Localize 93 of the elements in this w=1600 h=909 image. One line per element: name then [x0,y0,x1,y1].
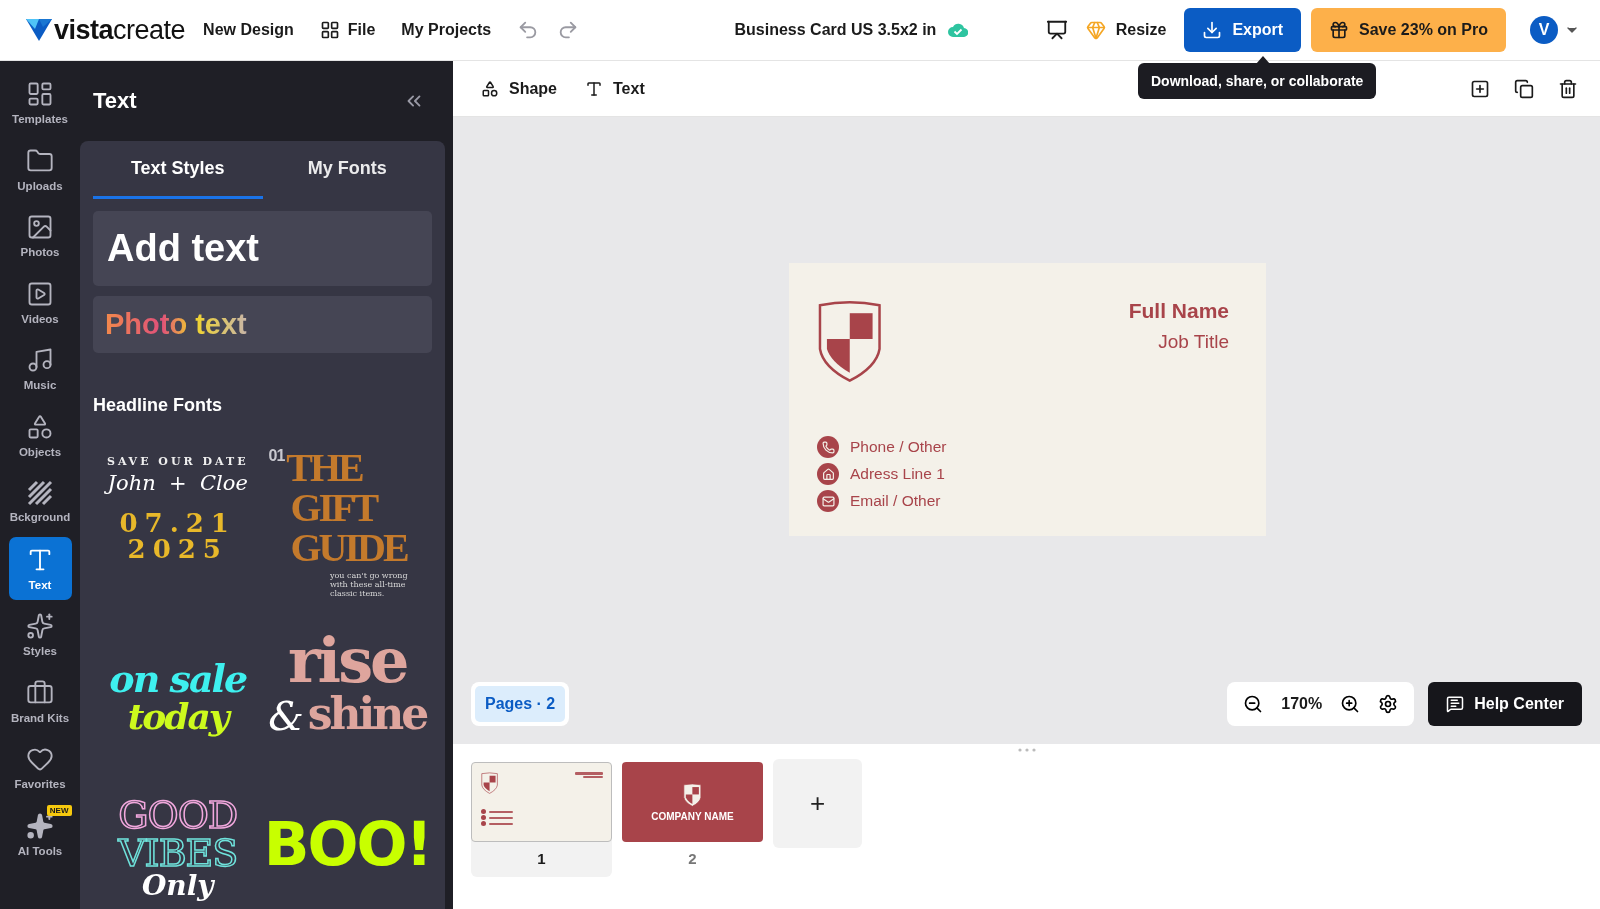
job-title-text: Job Title [1158,331,1229,353]
add-page-icon[interactable] [1470,78,1490,99]
sidebar-item[interactable]: Styles [8,603,72,666]
resize-button[interactable]: Resize [1085,20,1167,40]
sample-text: 07.21 [119,510,236,536]
panel-tab[interactable]: My Fonts [262,141,432,199]
sidebar-item[interactable]: Videos [8,270,72,334]
chat-icon [1446,695,1465,713]
sample-text: SAVE OUR DATE [106,456,249,467]
sample-text: VIBES [118,834,238,872]
menu-button[interactable]: New Design [203,21,294,39]
trash-icon[interactable] [1558,78,1578,99]
music-note-icon [26,346,54,374]
pages-button[interactable]: Pages · 2 [475,686,566,722]
sample-text: GIFT [290,488,378,528]
sidebar-item[interactable]: Brand Kits [8,669,72,733]
shapes-icon [26,412,54,441]
sample-text: THE [286,448,362,488]
contact-text: Email / Other [850,492,941,510]
sparkle-icon [26,811,54,840]
cloud-check-icon [948,23,969,37]
house-icon [817,463,839,485]
shield-logo [481,772,499,794]
sample-text: Only [141,872,214,900]
export-button[interactable]: Export [1184,8,1302,52]
logo-icon [26,19,52,41]
text-line [489,810,513,813]
contact-text: Adress Line 1 [850,465,945,483]
sample-text: 01 [268,448,285,464]
panel-tab[interactable]: Text Styles [93,141,263,199]
page-thumbnail[interactable]: 1 [471,762,612,877]
stripes-icon [27,480,53,506]
sample-text: shine [307,692,427,736]
full-name-text: Full Name [1128,299,1229,323]
sample-text: on sale [109,660,247,698]
sidebar-item[interactable]: NEW AI Tools [8,802,72,866]
settings-icon[interactable] [1378,694,1399,714]
help-center-button[interactable]: Help Center [1428,682,1582,726]
sample-text: rise [287,630,407,692]
sample-text: you can't go wrong with these all-time classic items. [330,572,409,599]
sidebar-item[interactable]: Favorites [8,736,72,799]
sample-text: & [268,696,304,736]
new-badge: NEW [46,804,72,816]
presentation-button[interactable] [1045,19,1068,41]
sidebar-item[interactable]: Objects [8,403,72,467]
zoom-value: 170% [1281,695,1323,713]
shapes-icon [481,79,499,98]
document-title: Business Card US 3.5x2 in [734,21,937,39]
add-page-button[interactable]: + [773,759,862,848]
sample-text: 2025 [127,536,228,562]
panel-title: Text [93,88,137,114]
mail-icon [817,490,839,512]
text-line [489,822,513,825]
user-avatar[interactable]: V [1530,16,1558,44]
sidebar-item[interactable]: Uploads [8,137,72,201]
photo-text-button[interactable]: Photo text [93,296,432,353]
grid-icon [319,20,340,40]
promo-button[interactable]: Save 23% on Pro [1311,8,1506,52]
sample-text: GOOD [118,796,238,834]
toolbar-button[interactable]: Text [585,79,645,98]
image-icon [26,213,54,241]
layout-icon [26,80,54,108]
tooltip-arrow [1256,56,1270,64]
toolbar-button[interactable]: Shape [481,79,557,98]
sample-text: GUIDE [290,528,407,568]
download-icon [1202,20,1223,40]
zoom-out-icon[interactable] [1243,694,1264,714]
page-number: 1 [537,850,546,867]
sidebar-item[interactable]: Music [8,337,72,400]
sidebar-item[interactable]: Templates [8,71,72,134]
sparkle-icon [26,612,54,640]
duplicate-icon[interactable] [1514,78,1534,99]
sidebar-item[interactable]: Photos [8,204,72,267]
phone-icon [817,436,839,458]
page-number: 2 [688,850,697,867]
gift-icon [1329,20,1350,40]
zoom-in-icon[interactable] [1340,694,1361,714]
shield-logo [683,782,702,807]
contact-text: Phone / Other [850,438,947,456]
text-line [489,816,513,819]
section-heading: Headline Fonts [93,395,223,416]
gem-icon [1085,20,1106,40]
drag-handle[interactable] [1017,748,1036,752]
sidebar-item[interactable]: Text [8,536,72,600]
company-name-text: COMPANY NAME [651,810,734,822]
menu-button[interactable]: File [319,20,376,40]
logo-text: vistacreate [54,14,186,46]
sample-text: BOO! [263,814,431,874]
sidebar-item[interactable]: Bckground [8,470,72,533]
add-text-button[interactable]: Add text [93,211,432,286]
text-icon [585,79,603,98]
menu-button[interactable]: My Projects [401,21,492,39]
tooltip: Download, share, or collaborate [1138,63,1377,99]
